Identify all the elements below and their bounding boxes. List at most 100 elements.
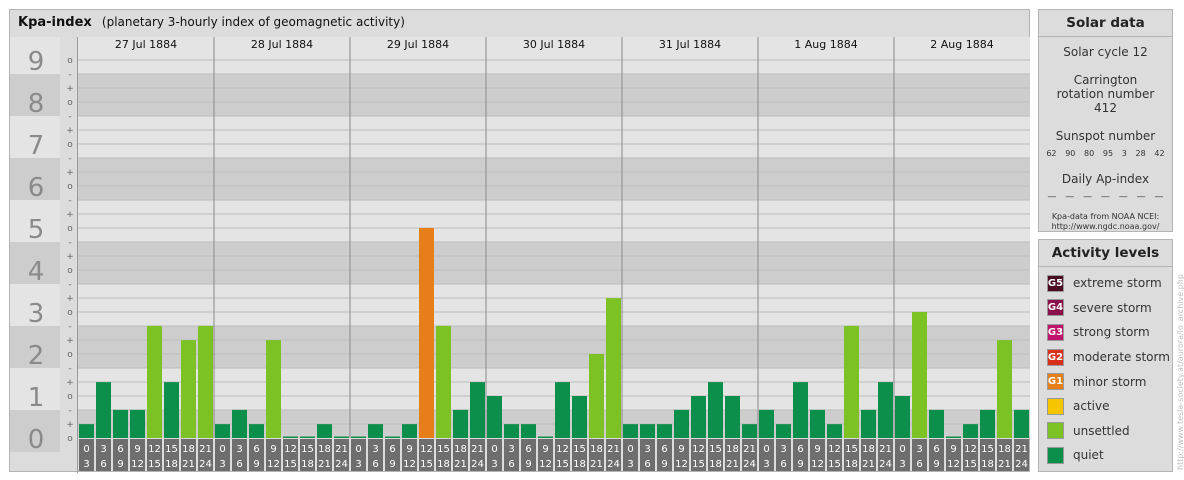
interval-start-label: 15 xyxy=(573,444,586,455)
interval-start-label: 15 xyxy=(437,444,450,455)
interval-end-label: 12 xyxy=(811,459,824,470)
minor-tick-label: o xyxy=(67,350,73,360)
interval-end-label: 9 xyxy=(797,459,803,470)
ap-index-value: — xyxy=(1118,192,1128,202)
ap-index-value: — xyxy=(1154,192,1164,202)
interval-end-label: 9 xyxy=(117,459,123,470)
kp-bar xyxy=(368,424,383,438)
interval-start-label: 6 xyxy=(525,444,531,455)
kp-bar xyxy=(555,382,570,438)
kp-bar xyxy=(317,424,332,438)
kp-bar xyxy=(640,424,655,438)
interval-end-label: 21 xyxy=(862,459,875,470)
activity-level-item: G5 extreme storm xyxy=(1039,271,1172,296)
kp-bar xyxy=(79,424,94,438)
minor-tick-label: o xyxy=(67,434,73,444)
kp-bar xyxy=(504,424,519,438)
interval-start-label: 9 xyxy=(814,444,820,455)
interval-end-label: 9 xyxy=(253,459,259,470)
chart-band xyxy=(78,242,1030,284)
kp-bar xyxy=(606,298,621,438)
level-label: quiet xyxy=(1073,448,1104,463)
interval-start-label: 12 xyxy=(148,444,161,455)
kp-bar xyxy=(742,424,757,438)
interval-start-label: 21 xyxy=(743,444,756,455)
interval-end-label: 24 xyxy=(879,459,892,470)
kp-bar xyxy=(691,396,706,438)
ap-index-value: — xyxy=(1047,192,1057,202)
kp-bar xyxy=(861,409,876,438)
activity-levels-title: Activity levels xyxy=(1039,240,1172,267)
activity-level-item: G4 severe storm xyxy=(1039,296,1172,321)
interval-start-label: 18 xyxy=(318,444,331,455)
kp-bar xyxy=(385,436,400,438)
kp-bar xyxy=(708,382,723,438)
interval-end-label: 3 xyxy=(627,459,633,470)
interval-end-label: 6 xyxy=(916,459,922,470)
interval-end-label: 24 xyxy=(335,459,348,470)
kp-bar xyxy=(963,424,978,438)
interval-end-label: 21 xyxy=(454,459,467,470)
day-label: 27 Jul 1884 xyxy=(115,38,177,51)
interval-end-label: 24 xyxy=(471,459,484,470)
interval-start-label: 9 xyxy=(950,444,956,455)
minor-tick-label: + xyxy=(66,294,74,304)
interval-start-label: 6 xyxy=(933,444,939,455)
interval-start-label: 18 xyxy=(726,444,739,455)
sunspot-value: 95 xyxy=(1102,149,1114,158)
kp-bar xyxy=(266,340,281,438)
ap-index-values: — — — — — — — xyxy=(1039,192,1172,202)
interval-start-label: 3 xyxy=(508,444,514,455)
interval-end-label: 18 xyxy=(437,459,450,470)
kp-bar xyxy=(453,409,468,438)
chart-title: Kpa-index xyxy=(18,15,92,30)
minor-tick-label: - xyxy=(68,238,71,248)
interval-end-label: 21 xyxy=(726,459,739,470)
y-tick-label: 7 xyxy=(28,131,45,161)
interval-end-label: 3 xyxy=(899,459,905,470)
level-color-swatch xyxy=(1047,397,1064,415)
kp-bar xyxy=(402,424,417,438)
y-tick-label: 0 xyxy=(28,425,45,455)
interval-end-label: 9 xyxy=(661,459,667,470)
activity-level-item: unsettled xyxy=(1039,419,1172,444)
activity-level-item: active xyxy=(1039,394,1172,419)
interval-end-label: 3 xyxy=(491,459,497,470)
kp-bar xyxy=(572,396,587,438)
interval-end-label: 12 xyxy=(539,459,552,470)
source-line-1: Kpa-data from NOAA NCEI: xyxy=(1051,212,1160,221)
minor-tick-label: - xyxy=(68,280,71,290)
interval-start-label: 3 xyxy=(780,444,786,455)
kp-bar xyxy=(878,382,893,438)
y-tick-label: 6 xyxy=(28,173,45,203)
interval-end-label: 18 xyxy=(301,459,314,470)
interval-start-label: 15 xyxy=(981,444,994,455)
ap-index-value: — xyxy=(1083,192,1093,202)
kp-bar xyxy=(793,382,808,438)
chart-band xyxy=(78,74,1030,116)
interval-start-label: 3 xyxy=(644,444,650,455)
minor-tick-label: - xyxy=(68,364,71,374)
kp-bar xyxy=(1014,409,1029,438)
interval-end-label: 6 xyxy=(100,459,106,470)
interval-start-label: 21 xyxy=(879,444,892,455)
source-link[interactable]: http://www.ngdc.noaa.gov/ xyxy=(1039,222,1172,232)
minor-tick-label: - xyxy=(68,70,71,80)
level-label: active xyxy=(1073,399,1110,414)
kp-bar xyxy=(164,382,179,438)
chart-header: Kpa-index (planetary 3-hourly index of g… xyxy=(18,15,405,30)
minor-tick-label: - xyxy=(68,406,71,416)
day-label: 2 Aug 1884 xyxy=(930,38,993,51)
ap-index-value: — xyxy=(1100,192,1110,202)
minor-tick-label: o xyxy=(67,392,73,402)
kp-bar xyxy=(198,325,213,438)
interval-start-label: 12 xyxy=(556,444,569,455)
level-label: strong storm xyxy=(1073,325,1150,340)
interval-start-label: 3 xyxy=(236,444,242,455)
interval-start-label: 21 xyxy=(1015,444,1028,455)
kp-bar xyxy=(776,424,791,438)
level-color-swatch: G2 xyxy=(1047,348,1064,366)
kp-bar xyxy=(470,382,485,438)
kp-bar xyxy=(300,436,315,438)
interval-end-label: 21 xyxy=(182,459,195,470)
